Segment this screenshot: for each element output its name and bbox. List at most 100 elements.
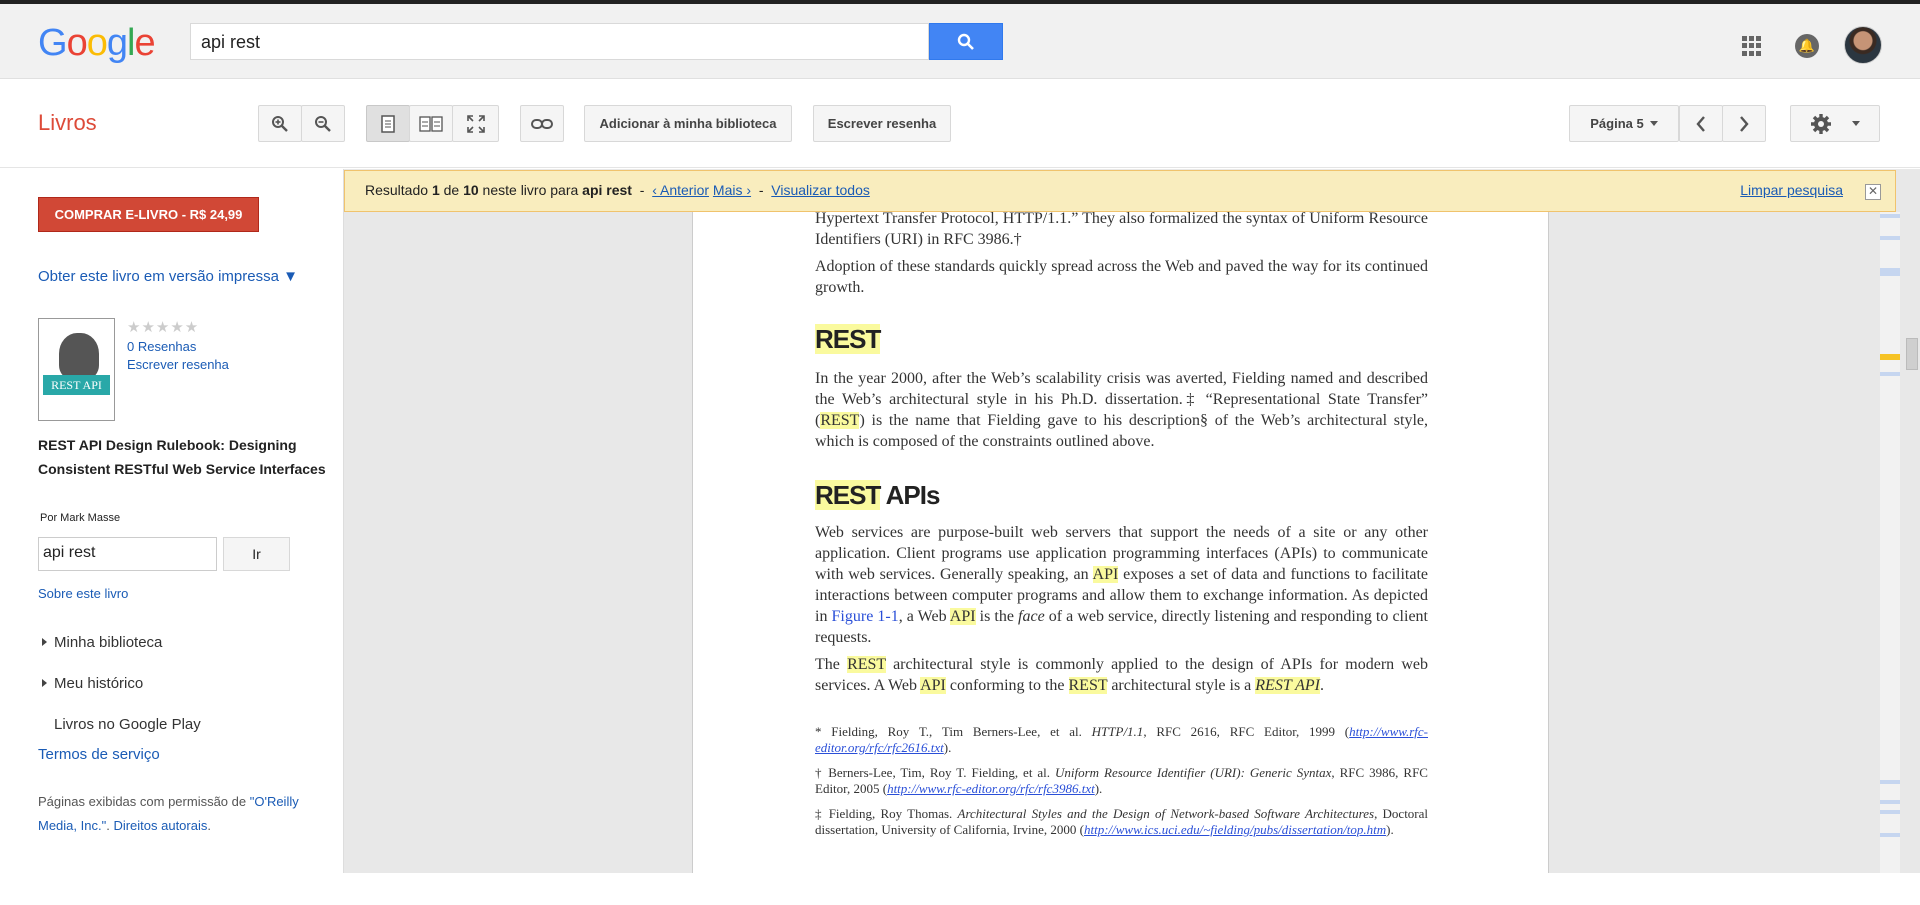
my-library-label: Minha biblioteca xyxy=(54,634,163,651)
settings-menu-button[interactable] xyxy=(1790,105,1880,142)
book-page[interactable]: Hypertext Transfer Protocol, HTTP/1.1.” … xyxy=(692,212,1549,873)
text: The xyxy=(815,656,848,673)
search-input[interactable]: api rest xyxy=(190,23,929,60)
single-page-view-button[interactable] xyxy=(366,105,410,142)
close-icon[interactable]: ✕ xyxy=(1865,184,1881,200)
result-query: api rest xyxy=(582,182,632,198)
chevron-down-icon xyxy=(1649,121,1658,126)
highlight: API xyxy=(1092,566,1119,583)
reviews-link[interactable]: 0 Resenhas xyxy=(127,339,196,354)
text: ‡ Fielding, Roy Thomas. xyxy=(815,806,958,821)
terms-of-service-link[interactable]: Termos de serviço xyxy=(38,746,160,763)
book-sidebar: COMPRAR E-LIVRO - R$ 24,99 Obter este li… xyxy=(0,169,343,905)
search-hit-marker[interactable] xyxy=(1880,372,1900,376)
current-hit-marker[interactable] xyxy=(1880,354,1900,360)
text: † Berners-Lee, Tim, Roy T. Fielding, et … xyxy=(815,765,1056,780)
section-title[interactable]: Livros xyxy=(38,110,97,136)
heading-text: APIs xyxy=(880,480,941,510)
search-hit-marker[interactable] xyxy=(1880,800,1900,804)
previous-page-button[interactable] xyxy=(1679,105,1723,142)
my-history-toggle[interactable]: Meu histórico xyxy=(42,675,143,692)
search-hit-marker[interactable] xyxy=(1880,236,1900,240)
next-result-link[interactable]: Mais › xyxy=(713,182,751,198)
books-toolbar: Livros Adicionar à minha biblioteca Escr… xyxy=(0,80,1920,168)
rating-stars: ★★★★★ xyxy=(127,319,200,336)
write-review-button[interactable]: Escrever resenha xyxy=(813,105,951,142)
gear-icon xyxy=(1811,113,1831,134)
my-history-label: Meu histórico xyxy=(54,675,144,692)
add-to-library-button[interactable]: Adicionar à minha biblioteca xyxy=(584,105,792,142)
result-number: 1 xyxy=(431,182,440,198)
single-page-icon xyxy=(381,114,395,133)
in-book-search-input[interactable]: api rest xyxy=(38,537,217,571)
highlight: REST xyxy=(820,412,860,429)
emphasis: Architectural Styles and the Design of N… xyxy=(957,806,1375,821)
search-button[interactable] xyxy=(929,23,1003,60)
text: de xyxy=(439,182,464,198)
emphasis: HTTP/1.1 xyxy=(1091,724,1144,739)
fullscreen-icon xyxy=(466,114,485,133)
in-book-search-button[interactable]: Ir xyxy=(223,537,290,571)
fullscreen-button[interactable] xyxy=(452,105,499,142)
apps-grid-icon[interactable] xyxy=(1742,36,1762,56)
notifications-icon[interactable]: 🔔 xyxy=(1795,34,1819,58)
paragraph-1: Adoption of these standards quickly spre… xyxy=(815,258,1428,296)
text: Resultado xyxy=(365,182,432,198)
two-page-view-button[interactable] xyxy=(409,105,453,142)
clear-search-link[interactable]: Limpar pesquisa xyxy=(1740,182,1843,198)
footnote-1: * Fielding, Roy T., Tim Berners-Lee, et … xyxy=(815,724,1428,756)
text: conforming to the xyxy=(945,677,1069,694)
footnote-3: ‡ Fielding, Roy Thomas. Architectural St… xyxy=(815,806,1428,838)
my-library-toggle[interactable]: Minha biblioteca xyxy=(42,634,162,651)
chevron-right-icon xyxy=(1740,115,1749,132)
triangle-right-icon xyxy=(42,638,47,646)
previous-result-link[interactable]: ‹ Anterior xyxy=(652,182,709,198)
account-avatar[interactable] xyxy=(1844,26,1882,64)
page-select[interactable]: Página 5 xyxy=(1569,105,1679,142)
highlight: REST xyxy=(847,656,886,673)
about-book-link[interactable]: Sobre este livro xyxy=(38,586,128,601)
scrollbar-thumb[interactable] xyxy=(1906,338,1918,370)
zoom-out-icon xyxy=(315,115,331,132)
buy-ebook-button[interactable]: COMPRAR E-LIVRO - R$ 24,99 xyxy=(38,197,259,232)
zoom-out-button[interactable] xyxy=(301,105,345,142)
cover-bird-illustration xyxy=(59,333,99,379)
paragraph-4: The REST architectural style is commonly… xyxy=(815,654,1428,696)
zoom-in-button[interactable] xyxy=(258,105,302,142)
search-hit-marker[interactable] xyxy=(1880,810,1900,814)
print-version-link[interactable]: Obter este livro em versão impressa ▼ xyxy=(38,268,298,285)
next-page-button[interactable] xyxy=(1722,105,1766,142)
copyright-link[interactable]: Direitos autorais xyxy=(113,818,207,833)
paragraph-2: In the year 2000, after the Web’s scalab… xyxy=(815,368,1428,452)
permissions-text: Páginas exibidas com permissão de xyxy=(38,794,250,809)
figure-link[interactable]: Figure 1-1 xyxy=(832,608,899,625)
search-hit-marker[interactable] xyxy=(1880,268,1900,276)
search-hits-rail[interactable] xyxy=(1880,212,1900,873)
separator: - xyxy=(631,182,653,198)
heading-rest-apis: REST APIs xyxy=(815,480,941,511)
google-play-books-link[interactable]: Livros no Google Play xyxy=(54,716,201,733)
paragraph-3: Web services are purpose-built web serve… xyxy=(815,522,1428,648)
zoom-in-icon xyxy=(272,115,288,132)
text: , a Web xyxy=(898,608,950,625)
footnote-link[interactable]: http://www.ics.uci.edu/~fielding/pubs/di… xyxy=(1084,822,1386,837)
text: architectural style is a xyxy=(1107,677,1256,694)
cover-title: REST API xyxy=(43,375,110,395)
footnote-link[interactable]: http://www.rfc-editor.org/rfc/rfc3986.tx… xyxy=(887,781,1095,796)
search-hit-marker[interactable] xyxy=(1880,833,1900,837)
view-all-link[interactable]: Visualizar todos xyxy=(771,182,870,198)
book-cover[interactable]: REST API xyxy=(38,318,115,421)
highlight: REST xyxy=(1068,677,1108,694)
separator: - xyxy=(751,182,772,198)
result-total: 10 xyxy=(463,182,479,198)
search-hit-marker[interactable] xyxy=(1880,214,1900,218)
write-review-link[interactable]: Escrever resenha xyxy=(127,357,229,372)
text: ). xyxy=(943,740,952,755)
link-button[interactable] xyxy=(520,105,564,142)
link-icon xyxy=(531,118,553,129)
chevron-left-icon xyxy=(1696,115,1705,132)
google-logo[interactable]: Google xyxy=(38,22,156,65)
chevron-down-icon xyxy=(1852,121,1860,126)
period: . xyxy=(207,818,211,833)
search-hit-marker[interactable] xyxy=(1880,780,1900,784)
